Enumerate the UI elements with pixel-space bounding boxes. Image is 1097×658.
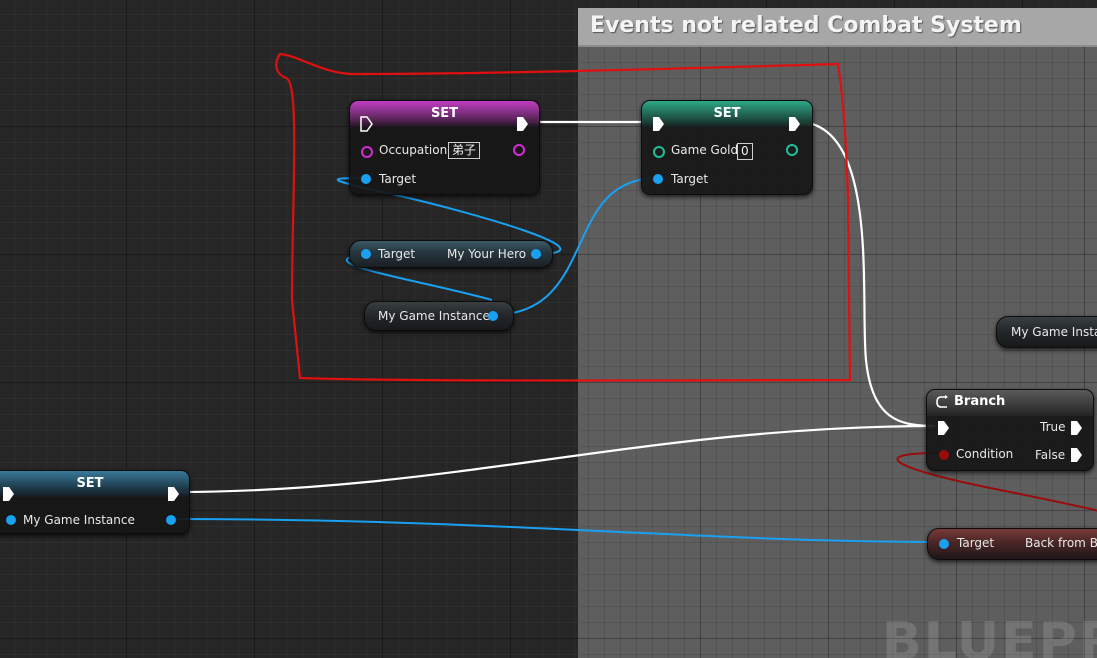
branch-header: Branch [927, 390, 1093, 416]
branch-title: Branch [954, 394, 1006, 409]
set-gi-input-pin[interactable] [6, 515, 16, 525]
gold-target-pin[interactable] [653, 174, 663, 184]
exec-true-pin-icon[interactable] [1070, 420, 1084, 436]
get-game-instance-node-2[interactable]: My Game Instan [996, 316, 1097, 348]
game-instance-label: My Game Instance [378, 309, 490, 323]
gold-value-field[interactable]: 0 [737, 143, 753, 160]
blueprint-graph-canvas[interactable]: Events not related Combat System BLUEPR … [0, 0, 1097, 658]
back-from-target-pin[interactable] [939, 539, 949, 549]
wires-layer [169, 52, 1097, 543]
exec-false-pin-icon[interactable] [1070, 447, 1084, 463]
exec-in-pin-icon[interactable] [2, 486, 16, 502]
back-from-output-label: Back from Ba [1025, 536, 1097, 550]
occupation-out-pin[interactable] [513, 144, 525, 156]
branch-condition-label: Condition [956, 447, 1014, 461]
exec-wire-setgi-to-branch [175, 424, 936, 494]
branch-icon [936, 395, 948, 408]
exec-out-pin-icon[interactable] [516, 116, 530, 132]
set-occupation-title: SET [430, 106, 459, 121]
hero-output-pin[interactable] [531, 249, 541, 259]
exec-in-pin-icon[interactable] [652, 116, 666, 132]
gold-target-label: Target [671, 172, 709, 186]
set-occupation-node[interactable]: SET Occupation 弟子 Target [349, 100, 540, 195]
exec-out-pin-icon[interactable] [167, 486, 181, 502]
occupation-target-pin[interactable] [361, 174, 371, 184]
get-back-from-node[interactable]: Target Back from Ba [927, 528, 1097, 560]
object-wire-setgi-to-back-from [169, 518, 943, 543]
occupation-value-field[interactable]: 弟子 [448, 142, 481, 159]
gold-in-pin[interactable] [653, 146, 665, 158]
set-game-instance-header: SET [0, 471, 189, 497]
get-my-your-hero-node[interactable]: Target My Your Hero [349, 240, 553, 268]
gold-label: Game Gold [671, 143, 739, 157]
set-occupation-header: SET [350, 101, 539, 127]
branch-true-label: True [1040, 420, 1066, 434]
occupation-label: Occupation [379, 143, 448, 157]
occupation-target-label: Target [379, 172, 417, 186]
branch-node[interactable]: Branch True Condition False [926, 389, 1094, 471]
branch-false-label: False [1035, 448, 1066, 462]
set-game-instance-title: SET [76, 476, 104, 491]
game-instance-label-2: My Game Instan [1011, 325, 1097, 339]
set-gi-label: My Game Instance [23, 513, 135, 527]
branch-condition-pin[interactable] [939, 450, 949, 460]
game-instance-output-pin[interactable] [488, 311, 498, 321]
set-game-instance-node[interactable]: SET My Game Instance [0, 470, 190, 534]
exec-out-pin-icon[interactable] [788, 116, 802, 132]
set-gold-title: SET [713, 106, 741, 121]
exec-in-pin-icon[interactable] [360, 116, 374, 132]
exec-in-pin-icon[interactable] [937, 420, 951, 436]
set-gold-node[interactable]: SET Game Gold 0 Target [641, 100, 813, 195]
gold-out-pin[interactable] [786, 144, 798, 156]
set-gold-header: SET [642, 101, 812, 127]
occupation-in-pin[interactable] [361, 146, 373, 158]
hero-target-label: Target [378, 247, 416, 261]
get-game-instance-node[interactable]: My Game Instance [364, 301, 514, 331]
back-from-target-label: Target [957, 536, 995, 550]
hero-output-label: My Your Hero [447, 247, 527, 261]
hero-target-pin[interactable] [361, 249, 371, 259]
set-gi-output-pin[interactable] [166, 515, 176, 525]
